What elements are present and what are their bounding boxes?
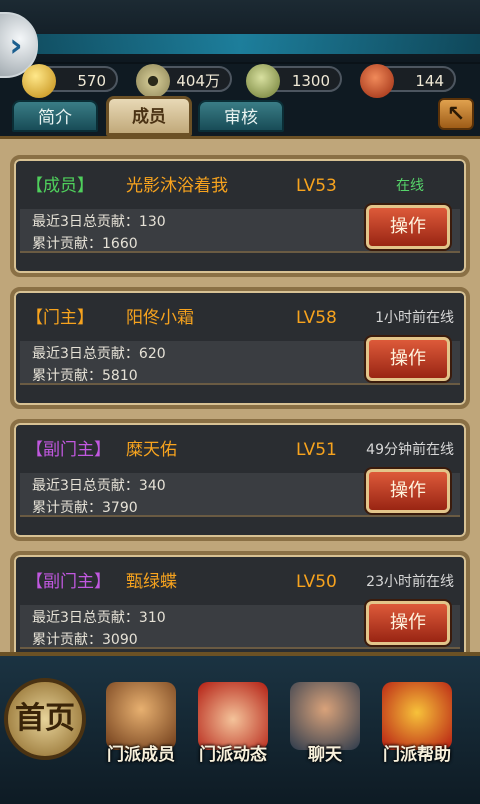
member-name: 糜天佑 xyxy=(126,440,177,460)
operate-button[interactable]: 操作 xyxy=(366,469,450,513)
member-list[interactable]: 【成员】 光影沐浴着我 LV53 在线 最近3日总贡献：130 累计贡献：166… xyxy=(0,136,480,655)
recent-contribution: 最近3日总贡献：620 xyxy=(32,346,166,362)
chevron-right-icon: › xyxy=(9,26,23,64)
member-level: LV53 xyxy=(296,176,337,196)
member-level: LV58 xyxy=(296,308,337,328)
tab-intro[interactable]: 简介 xyxy=(12,100,98,132)
gold-ingot-icon xyxy=(22,64,56,98)
bottom-nav: 首页 门派成员 门派动态 聊天 门派帮助 xyxy=(0,652,480,804)
member-level: LV51 xyxy=(296,440,337,460)
member-status: 23小时前在线 xyxy=(366,574,454,590)
stamina-value: 144 xyxy=(415,72,444,90)
resource-gold: 570 xyxy=(22,64,118,98)
operate-button[interactable]: 操作 xyxy=(366,205,450,249)
member-role: 【门主】 xyxy=(26,308,94,328)
arrow-up-left-icon: ↖ xyxy=(446,102,466,127)
nav-guild-members[interactable]: 门派成员 xyxy=(96,682,186,792)
member-name: 甄绿蝶 xyxy=(126,572,177,592)
member-card: 【副门主】 甄绿蝶 LV50 23小时前在线 最近3日总贡献：310 累计贡献：… xyxy=(10,551,470,655)
member-status: 1小时前在线 xyxy=(375,310,454,326)
jade-value: 1300 xyxy=(291,72,330,90)
total-contribution: 累计贡献：3790 xyxy=(32,500,138,516)
member-card: 【成员】 光影沐浴着我 LV53 在线 最近3日总贡献：130 累计贡献：166… xyxy=(10,155,470,277)
tab-review[interactable]: 审核 xyxy=(198,100,284,132)
resource-coin: 404万 xyxy=(136,64,232,98)
recent-contribution: 最近3日总贡献：340 xyxy=(32,478,166,494)
member-role: 【副门主】 xyxy=(26,440,111,460)
member-name: 阳佟小霜 xyxy=(126,308,194,328)
card-divider xyxy=(20,251,460,269)
member-role: 【成员】 xyxy=(26,176,94,196)
gold-value: 570 xyxy=(77,72,106,90)
nav-label: 门派帮助 xyxy=(383,745,451,765)
nav-label: 门派成员 xyxy=(107,745,175,765)
top-bar-stripe xyxy=(0,34,480,54)
operate-button[interactable]: 操作 xyxy=(366,337,450,381)
member-level: LV50 xyxy=(296,572,337,592)
nav-label: 聊天 xyxy=(308,745,342,765)
card-divider xyxy=(20,515,460,533)
tab-members[interactable]: 成员 xyxy=(106,96,192,136)
tab-bar: 简介 成员 审核 ↖ xyxy=(0,96,480,136)
nav-label: 门派动态 xyxy=(199,745,267,765)
member-card: 【门主】 阳佟小霜 LV58 1小时前在线 最近3日总贡献：620 累计贡献：5… xyxy=(10,287,470,409)
recent-contribution: 最近3日总贡献：130 xyxy=(32,214,166,230)
total-contribution: 累计贡献：1660 xyxy=(32,236,138,252)
stamina-token-icon xyxy=(360,64,394,98)
member-role: 【副门主】 xyxy=(26,572,111,592)
total-contribution: 累计贡献：5810 xyxy=(32,368,138,384)
nav-chat[interactable]: 聊天 xyxy=(280,682,370,792)
home-button[interactable]: 首页 xyxy=(4,678,86,760)
member-card: 【副门主】 糜天佑 LV51 49分钟前在线 最近3日总贡献：340 累计贡献：… xyxy=(10,419,470,541)
resource-stamina: 144 xyxy=(360,64,456,98)
jade-icon xyxy=(246,64,280,98)
card-divider xyxy=(20,383,460,401)
up-button[interactable]: ↖ xyxy=(438,98,474,130)
resource-jade: 1300 xyxy=(246,64,342,98)
member-status: 49分钟前在线 xyxy=(366,442,454,458)
member-status: 在线 xyxy=(396,178,424,194)
coin-value: 404万 xyxy=(176,72,220,90)
top-bar: › xyxy=(0,0,480,78)
operate-button[interactable]: 操作 xyxy=(366,601,450,645)
nav-guild-news[interactable]: 门派动态 xyxy=(188,682,278,792)
recent-contribution: 最近3日总贡献：310 xyxy=(32,610,166,626)
total-contribution: 累计贡献：3090 xyxy=(32,632,138,648)
copper-coin-icon xyxy=(136,64,170,98)
nav-guild-help[interactable]: 门派帮助 xyxy=(372,682,462,792)
member-name: 光影沐浴着我 xyxy=(126,176,228,196)
